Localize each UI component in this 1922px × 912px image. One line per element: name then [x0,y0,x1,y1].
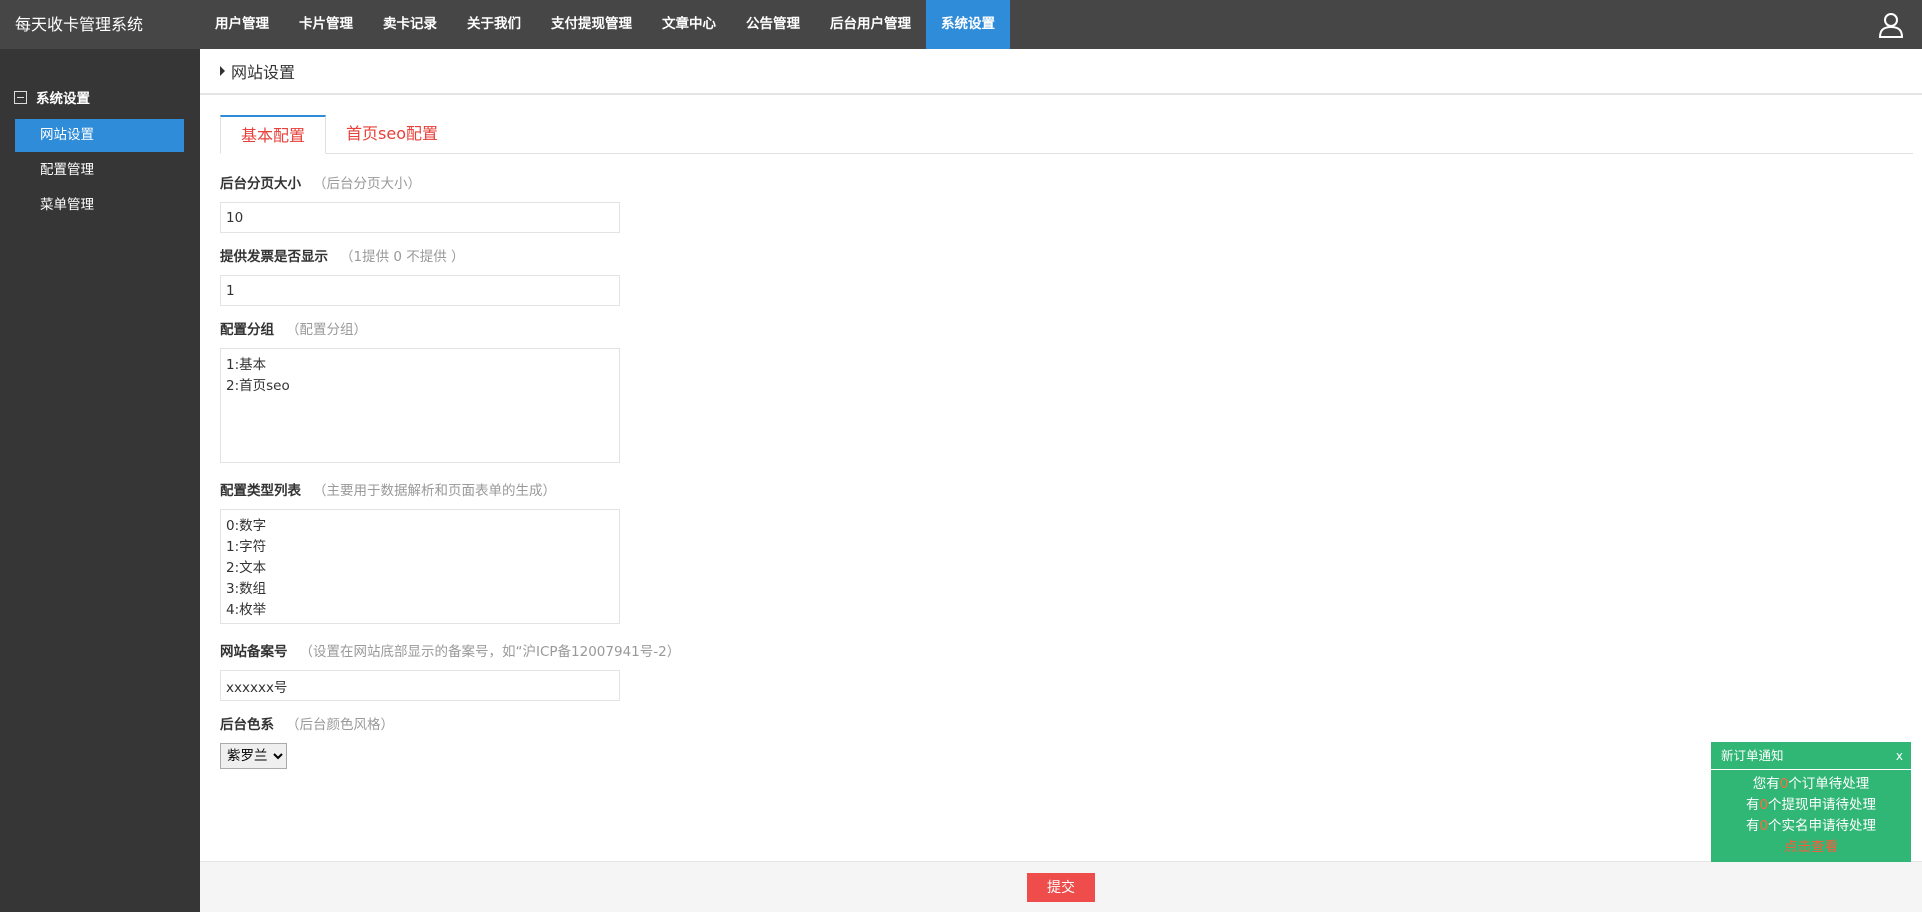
field-hint: （后台颜色风格） [286,717,394,733]
nav-item-system-settings[interactable]: 系统设置 [926,0,1010,49]
notification-line-orders: 您有0个订单待处理 [1711,774,1911,795]
tab-basic-config[interactable]: 基本配置 [220,115,327,154]
field-hint: （主要用于数据解析和页面表单的生成） [313,483,556,499]
nav-item-sell-records[interactable]: 卖卡记录 [368,0,452,49]
submit-button[interactable]: 提交 [1027,872,1095,902]
notify-text: 您有 [1752,776,1780,792]
notify-text: 个订单待处理 [1788,776,1870,792]
notify-text: 个提现申请待处理 [1768,797,1877,813]
main-content: 网站设置 基本配置 首页seo配置 后台分页大小 （后台分页大小） 提供发票是否显… [200,49,1922,912]
config-types-textarea[interactable]: 0:数字 1:字符 2:文本 3:数组 4:枚举 [220,509,620,624]
page-title: 网站设置 [231,63,296,82]
nav-item-payment[interactable]: 支付提现管理 [536,0,647,49]
config-group-textarea[interactable]: 1:基本 2:首页seo [220,348,620,463]
settings-form: 后台分页大小 （后台分页大小） 提供发票是否显示 （1提供 0 不提供 ） 配置分组… [220,174,1912,769]
page-header: 网站设置 [200,49,1922,95]
theme-select[interactable]: 紫罗兰 [220,743,287,769]
view-details-link[interactable]: 点击查看 [1711,837,1911,858]
notification-body: 您有0个订单待处理 有0个提现申请待处理 有0个实名申请待处理 点击查看 [1711,770,1911,858]
invoice-input[interactable] [220,275,620,306]
user-icon[interactable] [1878,12,1904,38]
tab-bar: 基本配置 首页seo配置 [220,115,1913,154]
notify-text: 有 [1745,818,1760,834]
sidebar-item-config-mgmt[interactable]: 配置管理 [15,154,184,187]
sidebar-group-label: 系统设置 [36,91,90,107]
top-bar: 每天收卡管理系统 用户管理 卡片管理 卖卡记录 关于我们 支付提现管理 文章中心… [0,0,1922,49]
field-invoice: 提供发票是否显示 （1提供 0 不提供 ） [220,247,1912,306]
nav-item-about[interactable]: 关于我们 [452,0,536,49]
field-hint: （设置在网站底部显示的备案号，如“沪ICP备12007941号-2） [299,644,681,660]
field-label: 配置类型列表 [220,483,301,499]
field-config-group: 配置分组 （配置分组） 1:基本 2:首页seo [220,320,1912,467]
nav-item-articles[interactable]: 文章中心 [647,0,731,49]
top-nav: 用户管理 卡片管理 卖卡记录 关于我们 支付提现管理 文章中心 公告管理 后台用… [200,0,1010,49]
field-config-types: 配置类型列表 （主要用于数据解析和页面表单的生成） 0:数字 1:字符 2:文本 … [220,481,1912,628]
field-icp: 网站备案号 （设置在网站底部显示的备案号，如“沪ICP备12007941号-2） [220,642,1912,701]
field-label: 配置分组 [220,322,274,338]
field-label: 提供发票是否显示 [220,249,328,265]
tab-seo-config[interactable]: 首页seo配置 [326,115,458,154]
notify-text: 个实名申请待处理 [1768,818,1877,834]
realname-count: 0 [1759,818,1769,834]
field-hint: （配置分组） [286,322,367,338]
field-page-size: 后台分页大小 （后台分页大小） [220,174,1912,233]
caret-right-icon [220,66,225,76]
notification-title: 新订单通知 [1721,748,1784,763]
close-icon[interactable]: x [1896,742,1903,770]
nav-item-user-mgmt[interactable]: 用户管理 [200,0,284,49]
withdraw-count: 0 [1759,797,1769,813]
order-notification: 新订单通知 x 您有0个订单待处理 有0个提现申请待处理 有0个实名申请待处理 … [1711,742,1911,862]
order-count: 0 [1779,776,1789,792]
field-label: 后台分页大小 [220,176,301,192]
sidebar-item-site-settings[interactable]: 网站设置 [15,119,184,152]
field-label: 后台色系 [220,717,274,733]
sidebar-group-system[interactable]: 系统设置 [0,49,200,107]
sidebar-item-menu-mgmt[interactable]: 菜单管理 [15,189,184,222]
notify-text: 有 [1745,797,1760,813]
notification-line-withdrawals: 有0个提现申请待处理 [1711,795,1911,816]
footer-bar: 提交 [200,861,1922,912]
page-size-input[interactable] [220,202,620,233]
sidebar: 系统设置 网站设置 配置管理 菜单管理 [0,49,200,912]
field-label: 网站备案号 [220,644,288,660]
minus-square-icon[interactable] [14,90,27,104]
notification-line-realname: 有0个实名申请待处理 [1711,816,1911,837]
field-theme: 后台色系 （后台颜色风格） 紫罗兰 [220,715,1912,769]
nav-item-notices[interactable]: 公告管理 [731,0,815,49]
field-hint: （1提供 0 不提供 ） [340,249,465,265]
nav-item-admin-users[interactable]: 后台用户管理 [815,0,926,49]
icp-input[interactable] [220,670,620,701]
field-hint: （后台分页大小） [313,176,421,192]
app-brand: 每天收卡管理系统 [15,15,144,34]
nav-item-card-mgmt[interactable]: 卡片管理 [284,0,368,49]
